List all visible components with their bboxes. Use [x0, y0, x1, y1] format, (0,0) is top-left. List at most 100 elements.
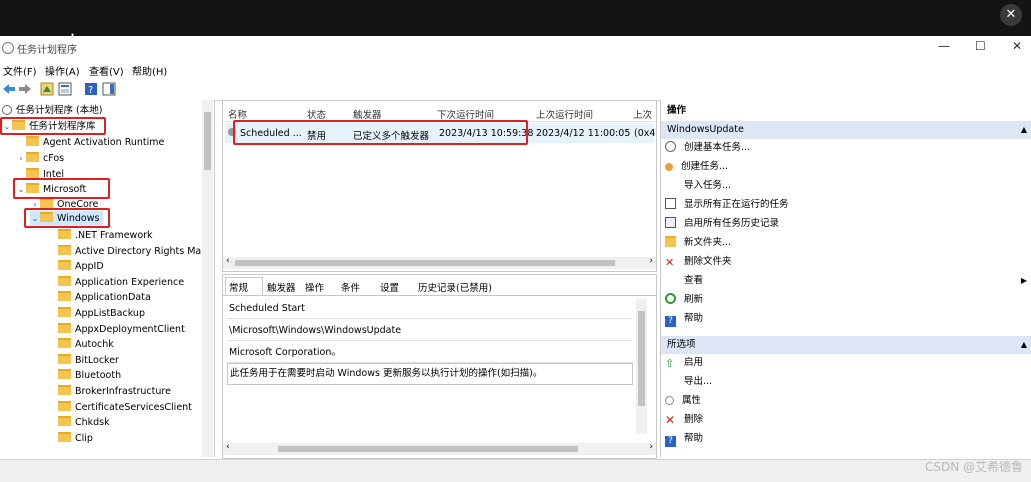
tree-item-label: CertificateServicesClient [75, 401, 192, 413]
tree-item-label: AppxDeploymentClient [75, 323, 185, 335]
action-show-running[interactable]: 显示所有正在运行的任务 [665, 197, 789, 213]
highlight-box-task [233, 120, 528, 145]
action-enable[interactable]: ⇧ 启用 [665, 355, 703, 371]
column-header-status[interactable]: 状态 [307, 107, 326, 121]
folder-icon [58, 229, 71, 239]
column-header-triggers[interactable]: 触发器 [353, 107, 382, 121]
tree-item[interactable]: BitLocker [58, 353, 119, 368]
action-export[interactable]: 导出... [665, 374, 712, 390]
tasklist-hscrollbar[interactable]: ‹ › [223, 256, 656, 269]
action-new-folder[interactable]: 新文件夹... [665, 235, 731, 251]
tree-item-label: Bluetooth [75, 370, 122, 382]
scroll-left-icon[interactable]: ‹ [226, 256, 230, 266]
tree-scrollbar-thumb[interactable] [204, 112, 211, 170]
tree-item-label: Active Directory Rights Mar [75, 245, 206, 257]
highlight-box-windows [24, 208, 110, 228]
task-location-field: \Microsoft\Windows\WindowsUpdate [227, 321, 633, 341]
highlight-box-microsoft [13, 178, 110, 199]
collapse-icon[interactable]: ▲ [1021, 336, 1027, 354]
clock-icon [2, 105, 12, 115]
tree-item[interactable]: Active Directory Rights Mar [58, 244, 205, 259]
tab-settings[interactable]: 设置 [380, 280, 399, 294]
status-bar [0, 459, 1031, 482]
show-tree-icon[interactable] [40, 82, 54, 96]
action-help[interactable]: ? 帮助 [665, 311, 703, 327]
tree-item[interactable]: ApplicationData [58, 290, 151, 305]
action-help-2[interactable]: ? 帮助 [665, 431, 703, 447]
window-icon [665, 198, 676, 209]
forward-arrow-icon[interactable] [18, 82, 32, 96]
column-header-last-result[interactable]: 上次 [633, 107, 652, 121]
action-create-basic-task[interactable]: 创建基本任务... [665, 140, 750, 156]
tab-general[interactable]: 常规 [229, 280, 248, 294]
tree-item[interactable]: Application Experience [58, 275, 184, 290]
action-create-task[interactable]: 创建任务... [665, 159, 728, 175]
section-selected-item[interactable]: 所选项 ▲ [661, 336, 1031, 354]
overlay-top-bar: ✕ [0, 0, 1031, 36]
minimize-button[interactable]: — [938, 39, 950, 53]
column-header-last-run[interactable]: 上次运行时间 [536, 107, 593, 121]
tree-item[interactable]: BrokerInfrastructure [58, 384, 171, 399]
scroll-left-icon[interactable]: ‹ [226, 442, 230, 452]
title-bar: 任务计划程序 — ☐ ✕ [0, 36, 1031, 58]
folder-icon [26, 136, 39, 146]
tree-item[interactable]: AppListBackup [58, 306, 145, 321]
task-detail: 常规 触发器 操作 条件 设置 历史记录(已禁用) Scheduled Star… [222, 274, 657, 459]
collapse-icon[interactable]: ▲ [1021, 121, 1027, 139]
tab-triggers[interactable]: 触发器 [267, 280, 296, 294]
column-header-next-run[interactable]: 下次运行时间 [437, 107, 494, 121]
tree-item[interactable]: Autochk [58, 337, 114, 352]
column-header-name[interactable]: 名称 [228, 107, 247, 121]
tree-item-label: cFos [43, 153, 65, 164]
tree-item[interactable]: Clip [58, 431, 93, 446]
action-enable-history[interactable]: 启用所有任务历史记录 [665, 216, 779, 232]
tab-history[interactable]: 历史记录(已禁用) [418, 280, 492, 294]
tree-item[interactable]: Bluetooth [58, 368, 121, 383]
tree-item-agent[interactable]: Agent Activation Runtime [16, 135, 164, 150]
task-list: 名称 状态 触发器 下次运行时间 上次运行时间 上次 Scheduled ...… [222, 100, 657, 272]
overlay-close-button[interactable]: ✕ [1000, 4, 1022, 26]
menu-action[interactable]: 操作(A) [45, 63, 80, 78]
svg-text:?: ? [88, 85, 93, 96]
maximize-button[interactable]: ☐ [975, 39, 986, 53]
tree-item[interactable]: Chkdsk [58, 415, 110, 430]
tree-item[interactable]: AppID [58, 259, 104, 274]
tree-item[interactable]: CertificateServicesClient [58, 400, 192, 415]
back-arrow-icon[interactable] [2, 82, 16, 96]
tab-conditions[interactable]: 条件 [341, 280, 360, 294]
tree-item-label: BitLocker [75, 354, 119, 366]
properties-icon[interactable] [58, 82, 72, 96]
help-icon[interactable]: ? [84, 82, 98, 96]
watermark: CSDN @艾希德鲁 [924, 460, 1023, 474]
clock-icon [2, 42, 14, 54]
menu-file[interactable]: 文件(F) [3, 63, 37, 78]
folder-icon [58, 275, 71, 286]
action-delete[interactable]: ✕ 删除 [665, 412, 703, 428]
action-import-task[interactable]: 导入任务... [665, 178, 731, 194]
section-windowsupdate[interactable]: WindowsUpdate ▲ [661, 121, 1031, 139]
menu-help[interactable]: 帮助(H) [132, 63, 167, 78]
action-properties[interactable]: 属性 [665, 393, 701, 409]
detail-scrollbar[interactable] [636, 299, 647, 434]
history-icon [665, 217, 676, 228]
tree-item[interactable]: AppxDeploymentClient [58, 322, 185, 337]
folder-tree: 任务计划程序 (本地) ⌄ 任务计划程序库 Agent Activation Ru… [0, 100, 215, 457]
tree-scrollbar[interactable] [202, 100, 213, 457]
action-delete-folder[interactable]: ✕ 删除文件夹 [665, 254, 732, 270]
tree-root[interactable]: 任务计划程序 (本地) [2, 103, 102, 118]
folder-icon [58, 400, 71, 411]
folder-icon [26, 168, 39, 178]
tab-actions[interactable]: 操作 [305, 280, 324, 294]
close-button[interactable]: ✕ [1012, 39, 1022, 53]
action-pane-icon[interactable] [102, 82, 116, 96]
tree-item[interactable]: .NET Framework [58, 228, 153, 243]
scroll-right-icon[interactable]: › [649, 442, 653, 452]
detail-hscrollbar[interactable]: ‹ › [223, 442, 656, 455]
tree-item-cfos[interactable]: › cFos [16, 151, 64, 166]
scroll-right-icon[interactable]: › [649, 256, 653, 266]
action-refresh[interactable]: 刷新 [665, 292, 703, 308]
menu-view[interactable]: 查看(V) [89, 63, 124, 78]
help-icon: ? [665, 316, 676, 327]
action-view[interactable]: 查看 ▶ [665, 273, 1027, 289]
tree-item-label: ApplicationData [75, 292, 151, 304]
